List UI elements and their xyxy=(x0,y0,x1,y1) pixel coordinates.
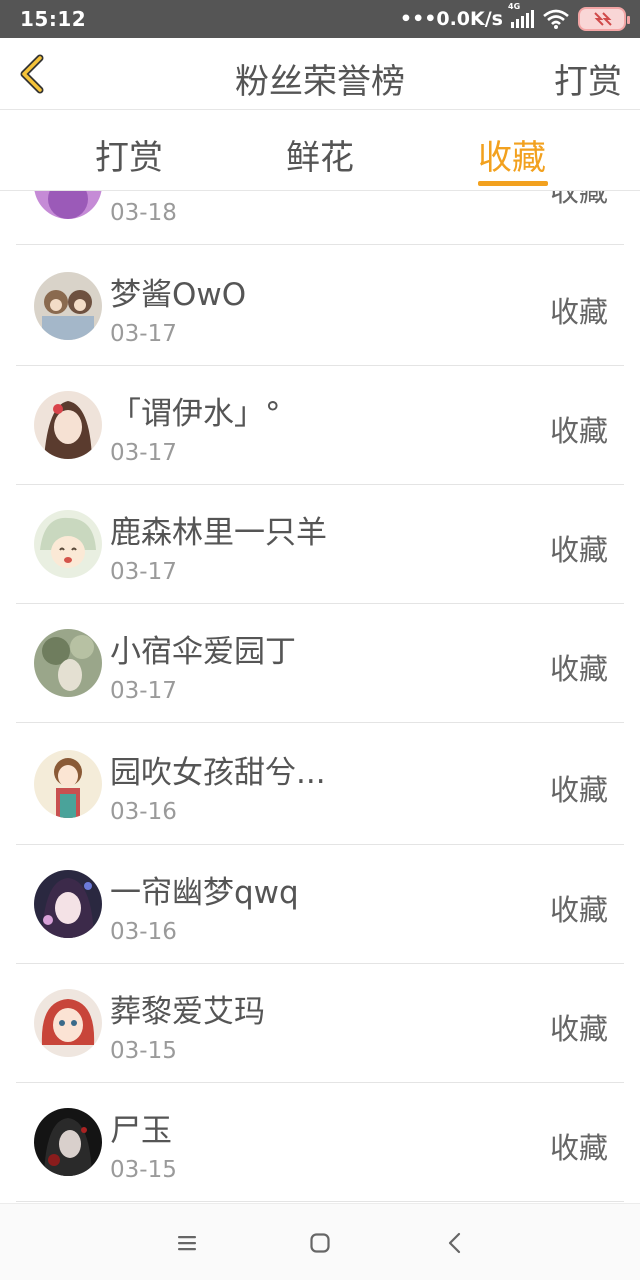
user-date: 03-16 xyxy=(110,919,177,945)
user-name: 「谓伊水」° xyxy=(110,396,281,432)
list-item[interactable]: 葬黎爱艾玛 03-15 收藏 xyxy=(16,964,624,1083)
page-title: 粉丝荣誉榜 xyxy=(235,62,405,102)
avatar xyxy=(34,191,102,219)
tab-bar: 打赏 鲜花 收藏 xyxy=(0,110,640,191)
tab-favorites[interactable]: 收藏 xyxy=(478,130,546,179)
back-triangle-icon[interactable] xyxy=(442,1230,468,1256)
status-bar: 15:12 •••0.0K/s 4G xyxy=(0,0,640,38)
user-name: 园吹女孩甜兮... xyxy=(110,755,326,791)
list-item[interactable]: 梦酱OwO 03-17 收藏 xyxy=(16,247,624,366)
avatar xyxy=(34,272,102,340)
user-name: 梦酱OwO xyxy=(110,277,247,313)
action-label: 收藏 xyxy=(549,295,608,329)
app-header: 粉丝荣誉榜 打赏 xyxy=(0,38,640,110)
list-item[interactable]: 尸玉 03-15 收藏 xyxy=(16,1083,624,1202)
user-date: 03-17 xyxy=(110,559,177,585)
avatar xyxy=(34,989,102,1057)
user-date: 03-17 xyxy=(110,440,177,466)
battery-icon xyxy=(578,7,630,31)
list-item[interactable]: 「谓伊水」° 03-17 收藏 xyxy=(16,366,624,485)
list-item[interactable]: 鹿森林里一只羊 03-17 收藏 xyxy=(16,485,624,604)
status-time: 15:12 xyxy=(20,7,87,31)
action-label: 收藏 xyxy=(549,773,608,807)
avatar xyxy=(34,870,102,938)
user-date: 03-18 xyxy=(110,200,177,226)
user-date: 03-15 xyxy=(110,1038,177,1064)
list-item[interactable]: 园吹女孩甜兮... 03-16 收藏 xyxy=(16,723,624,845)
fan-list[interactable]: 03-18 收藏 梦酱OwO 03-17 收藏 「谓伊水」° 03-17 收藏 … xyxy=(0,191,640,1203)
action-label: 收藏 xyxy=(549,191,608,208)
net-speed: •••0.0K/s xyxy=(399,8,503,30)
system-nav-bar xyxy=(0,1203,640,1280)
user-name: 尸玉 xyxy=(110,1113,172,1149)
action-label: 收藏 xyxy=(549,652,608,686)
user-name: 鹿森林里一只羊 xyxy=(110,515,327,551)
avatar xyxy=(34,510,102,578)
home-square-icon[interactable] xyxy=(307,1230,333,1256)
reward-button[interactable]: 打赏 xyxy=(554,54,622,103)
action-label: 收藏 xyxy=(549,893,608,927)
list-item[interactable]: 03-18 收藏 xyxy=(16,191,624,245)
tab-reward[interactable]: 打赏 xyxy=(95,130,163,179)
avatar xyxy=(34,1108,102,1176)
tab-flowers[interactable]: 鲜花 xyxy=(286,130,354,179)
list-item[interactable]: 一帘幽梦qwq 03-16 收藏 xyxy=(16,845,624,964)
action-label: 收藏 xyxy=(549,414,608,448)
status-right: •••0.0K/s 4G xyxy=(399,2,630,32)
user-date: 03-16 xyxy=(110,799,177,825)
user-date: 03-17 xyxy=(110,678,177,704)
user-name: 一帘幽梦qwq xyxy=(110,875,299,911)
avatar xyxy=(34,391,102,459)
action-label: 收藏 xyxy=(549,1012,608,1046)
list-item[interactable]: 小宿伞爱园丁 03-17 收藏 xyxy=(16,604,624,723)
avatar xyxy=(34,750,102,818)
net-type-label: 4G xyxy=(508,2,521,11)
action-label: 收藏 xyxy=(549,1131,608,1165)
active-tab-indicator xyxy=(478,181,548,186)
wifi-icon xyxy=(543,9,569,29)
signal-icon: 4G xyxy=(508,2,534,28)
action-label: 收藏 xyxy=(549,533,608,567)
menu-icon[interactable] xyxy=(174,1230,200,1256)
avatar xyxy=(34,629,102,697)
user-name: 小宿伞爱园丁 xyxy=(110,634,296,670)
user-name: 葬黎爱艾玛 xyxy=(110,994,265,1030)
user-date: 03-15 xyxy=(110,1157,177,1183)
user-date: 03-17 xyxy=(110,321,177,347)
